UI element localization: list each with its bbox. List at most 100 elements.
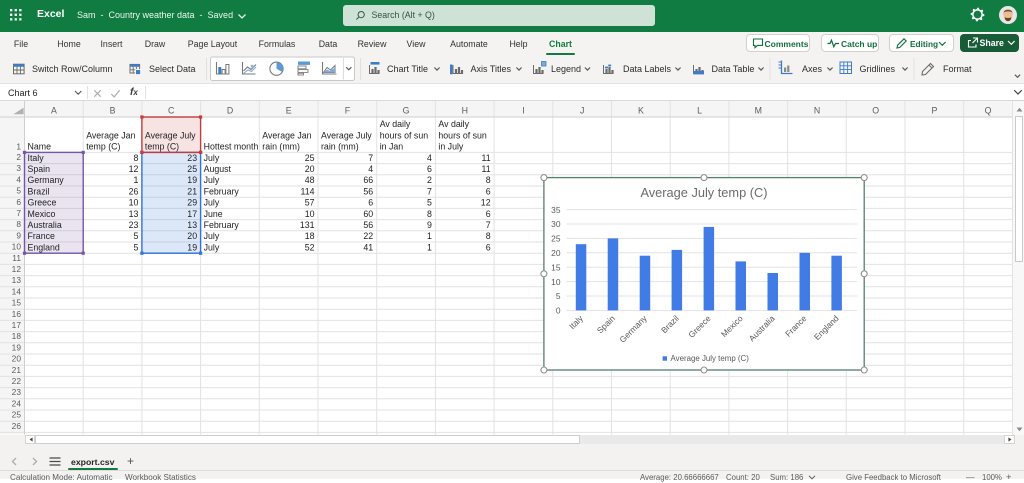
svg-text:June: June [204, 209, 223, 219]
svg-text:temp (C): temp (C) [145, 142, 179, 152]
svg-text:8: 8 [486, 175, 491, 185]
svg-text:6: 6 [486, 209, 491, 219]
svg-text:114: 114 [300, 186, 314, 196]
svg-text:15: 15 [551, 262, 561, 272]
svg-text:25: 25 [305, 153, 315, 163]
svg-text:25: 25 [187, 164, 197, 174]
svg-text:22: 22 [12, 376, 22, 386]
svg-text:19: 19 [187, 242, 197, 252]
svg-text:60: 60 [363, 209, 373, 219]
svg-text:Name: Name [28, 142, 52, 152]
svg-text:10: 10 [305, 209, 315, 219]
svg-text:L: L [697, 106, 702, 116]
svg-text:D: D [227, 106, 233, 116]
svg-text:July: July [204, 175, 220, 185]
svg-text:M: M [755, 106, 762, 116]
svg-text:July: July [204, 153, 220, 163]
svg-text:H: H [462, 106, 468, 116]
svg-text:15: 15 [12, 298, 22, 308]
svg-text:41: 41 [363, 242, 373, 252]
svg-text:52: 52 [305, 242, 315, 252]
svg-text:22: 22 [363, 231, 373, 241]
svg-text:20: 20 [551, 248, 561, 258]
svg-text:Mexico: Mexico [28, 209, 56, 219]
svg-text:5: 5 [427, 198, 432, 208]
svg-text:8: 8 [486, 231, 491, 241]
svg-text:6: 6 [486, 186, 491, 196]
svg-text:26: 26 [12, 421, 22, 431]
svg-text:24: 24 [12, 398, 22, 408]
svg-text:7: 7 [486, 220, 491, 230]
svg-text:48: 48 [305, 175, 315, 185]
svg-text:56: 56 [363, 220, 373, 230]
svg-text:12: 12 [12, 264, 22, 274]
svg-text:13: 13 [129, 209, 139, 219]
svg-text:25: 25 [551, 234, 561, 244]
svg-text:23: 23 [12, 387, 22, 397]
svg-text:G: G [403, 106, 410, 116]
svg-text:Average July temp (C): Average July temp (C) [671, 354, 750, 363]
svg-text:0: 0 [556, 306, 561, 316]
svg-text:14: 14 [12, 286, 22, 296]
svg-text:rain (mm): rain (mm) [262, 142, 300, 152]
svg-text:6: 6 [486, 242, 491, 252]
svg-text:12: 12 [481, 198, 491, 208]
svg-text:10: 10 [12, 242, 22, 252]
svg-text:Brazil: Brazil [28, 186, 50, 196]
svg-text:July: July [204, 242, 220, 252]
svg-text:7: 7 [368, 153, 373, 163]
svg-text:1: 1 [16, 141, 21, 151]
svg-text:2: 2 [16, 152, 21, 162]
svg-text:16: 16 [12, 309, 22, 319]
svg-text:18: 18 [12, 331, 22, 341]
svg-text:11: 11 [12, 253, 21, 263]
svg-text:4: 4 [368, 164, 373, 174]
svg-text:6: 6 [427, 164, 432, 174]
svg-text:26: 26 [129, 186, 139, 196]
svg-text:8: 8 [16, 219, 21, 229]
svg-text:17: 17 [12, 320, 22, 330]
svg-text:Average July: Average July [321, 130, 372, 140]
svg-text:Average July temp (C): Average July temp (C) [640, 185, 767, 200]
svg-text:B: B [110, 106, 116, 116]
svg-text:O: O [872, 106, 879, 116]
svg-text:5: 5 [16, 186, 21, 196]
svg-text:4: 4 [16, 174, 21, 184]
svg-text:21: 21 [12, 365, 22, 375]
svg-text:66: 66 [363, 175, 373, 185]
svg-text:A: A [51, 106, 57, 116]
svg-text:Average Jan: Average Jan [262, 130, 311, 140]
svg-text:France: France [28, 231, 55, 241]
svg-text:6: 6 [368, 198, 373, 208]
svg-text:21: 21 [187, 186, 197, 196]
svg-text:29: 29 [187, 198, 197, 208]
svg-text:9: 9 [427, 220, 432, 230]
svg-text:17: 17 [187, 209, 197, 219]
svg-text:4: 4 [427, 153, 432, 163]
svg-text:in July: in July [438, 142, 464, 152]
svg-text:E: E [286, 106, 292, 116]
svg-text:18: 18 [305, 231, 315, 241]
svg-text:11: 11 [481, 164, 490, 174]
svg-text:Greece: Greece [28, 198, 57, 208]
svg-text:F: F [345, 106, 351, 116]
svg-text:20: 20 [187, 231, 197, 241]
svg-text:February: February [204, 220, 240, 230]
svg-text:August: August [204, 164, 232, 174]
svg-text:5: 5 [133, 231, 138, 241]
svg-text:Hottest month: Hottest month [204, 142, 259, 152]
svg-text:Australia: Australia [28, 220, 62, 230]
svg-text:56: 56 [363, 186, 373, 196]
svg-text:10: 10 [129, 198, 139, 208]
svg-text:20: 20 [305, 164, 315, 174]
svg-text:C: C [168, 106, 175, 116]
svg-text:12: 12 [129, 164, 139, 174]
svg-text:Av daily: Av daily [438, 119, 469, 129]
svg-text:rain (mm): rain (mm) [321, 142, 359, 152]
svg-text:8: 8 [427, 209, 432, 219]
svg-text:July: July [204, 198, 220, 208]
svg-text:19: 19 [187, 175, 197, 185]
svg-text:13: 13 [12, 275, 22, 285]
svg-text:13: 13 [187, 220, 197, 230]
svg-text:2: 2 [427, 175, 432, 185]
